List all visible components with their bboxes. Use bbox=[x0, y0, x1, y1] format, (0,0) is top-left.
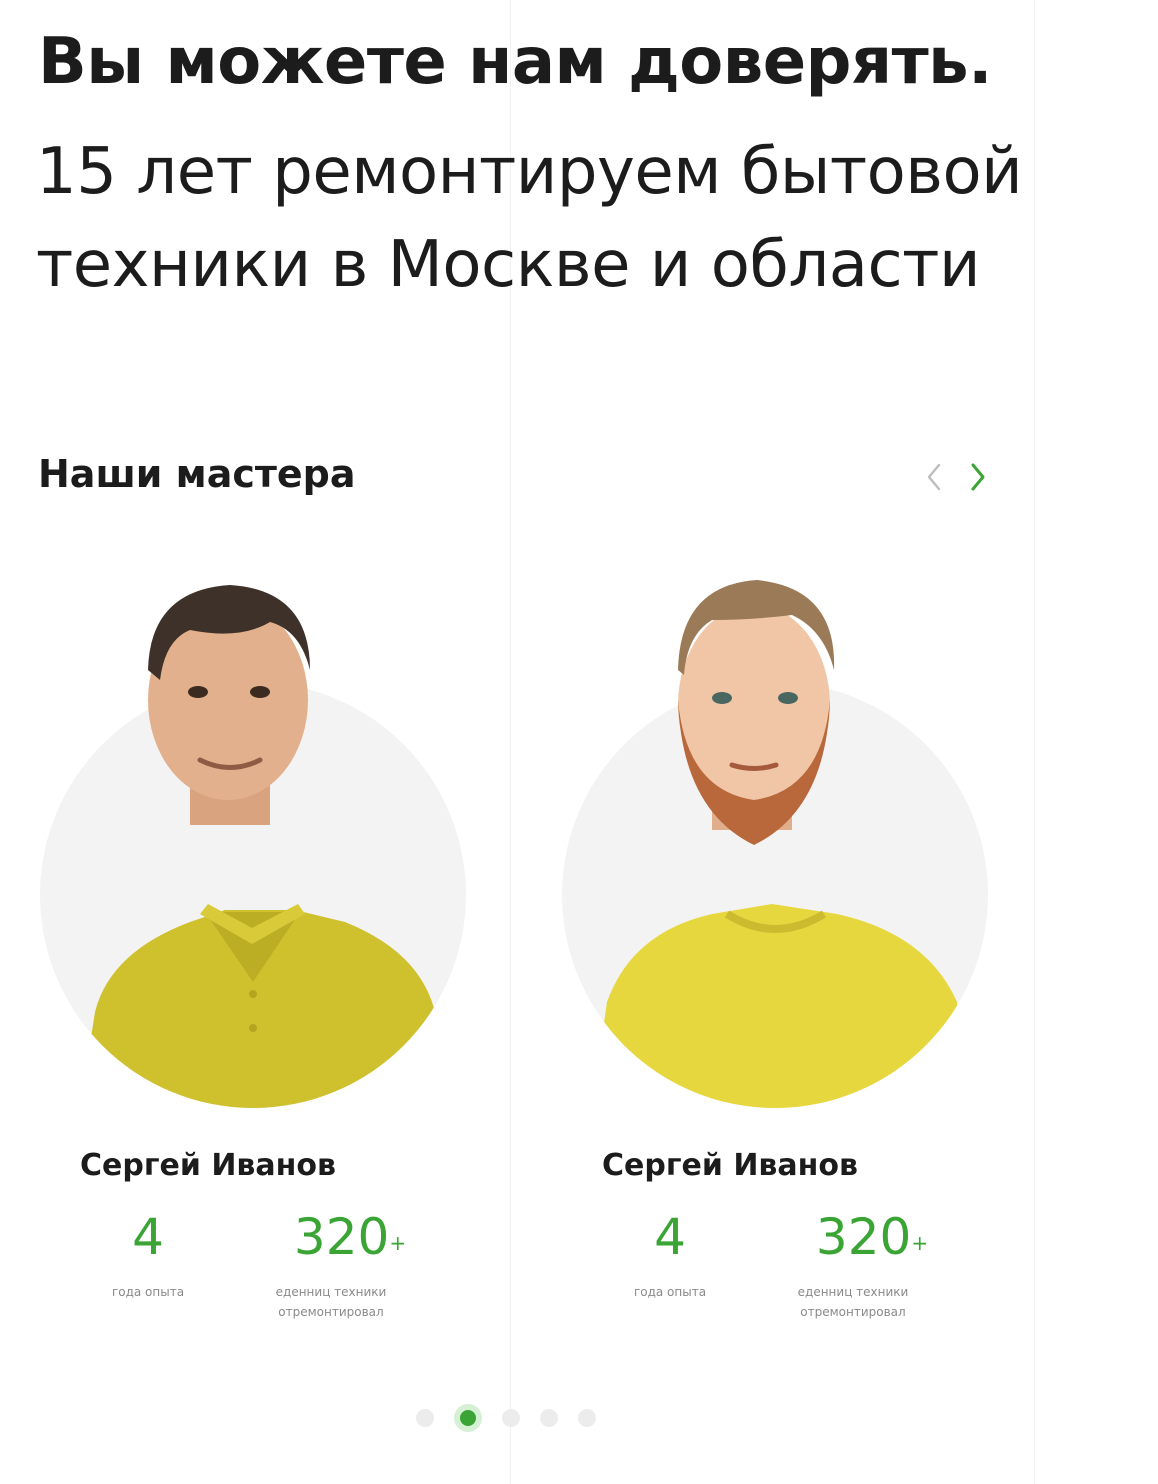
page-title: Вы можете нам доверять. bbox=[38, 25, 992, 99]
experience-years: 4 bbox=[80, 1208, 216, 1266]
master-head bbox=[148, 585, 310, 825]
repaired-units: 320+ bbox=[220, 1208, 480, 1266]
repaired-units-suffix: + bbox=[911, 1231, 929, 1255]
section-title: Наши мастера bbox=[38, 452, 356, 496]
master-card[interactable]: Сергей Иванов 4 320+ года опыта еденниц … bbox=[20, 560, 490, 1340]
experience-label: года опыта bbox=[111, 1285, 185, 1299]
carousel-pagination bbox=[416, 1404, 596, 1432]
master-name: Сергей Иванов bbox=[602, 1148, 858, 1183]
repaired-units-suffix: + bbox=[389, 1231, 407, 1255]
experience-years-value: 4 bbox=[132, 1208, 164, 1266]
prev-button[interactable] bbox=[918, 455, 950, 499]
pagination-dot[interactable] bbox=[454, 1404, 482, 1432]
experience-label: года опыта bbox=[633, 1285, 707, 1299]
chevron-right-icon bbox=[971, 463, 985, 491]
pagination-dot[interactable] bbox=[416, 1409, 434, 1427]
page-subtitle: 15 лет ремонтируем бытовой техники в Мос… bbox=[36, 135, 1023, 303]
master-name: Сергей Иванов bbox=[80, 1148, 336, 1183]
repaired-units-label: еденниц техники отремонтировал bbox=[797, 1285, 909, 1319]
next-button[interactable] bbox=[962, 455, 994, 499]
pagination-dot[interactable] bbox=[578, 1409, 596, 1427]
repaired-units-label: еденниц техники отремонтировал bbox=[275, 1285, 387, 1319]
master-card[interactable]: Сергей Иванов 4 320+ года опыта еденниц … bbox=[542, 560, 1012, 1340]
experience-years: 4 bbox=[602, 1208, 738, 1266]
master-head bbox=[678, 580, 835, 845]
pagination-dot[interactable] bbox=[540, 1409, 558, 1427]
masters-page: Вы можете нам доверять. 15 лет ремонтиру… bbox=[0, 0, 1158, 1484]
repaired-units: 320+ bbox=[742, 1208, 1002, 1266]
repaired-units-value: 320 bbox=[293, 1208, 390, 1266]
experience-years-value: 4 bbox=[654, 1208, 686, 1266]
repaired-units-value: 320 bbox=[815, 1208, 912, 1266]
chevron-left-icon bbox=[927, 463, 941, 491]
pagination-dot[interactable] bbox=[502, 1409, 520, 1427]
